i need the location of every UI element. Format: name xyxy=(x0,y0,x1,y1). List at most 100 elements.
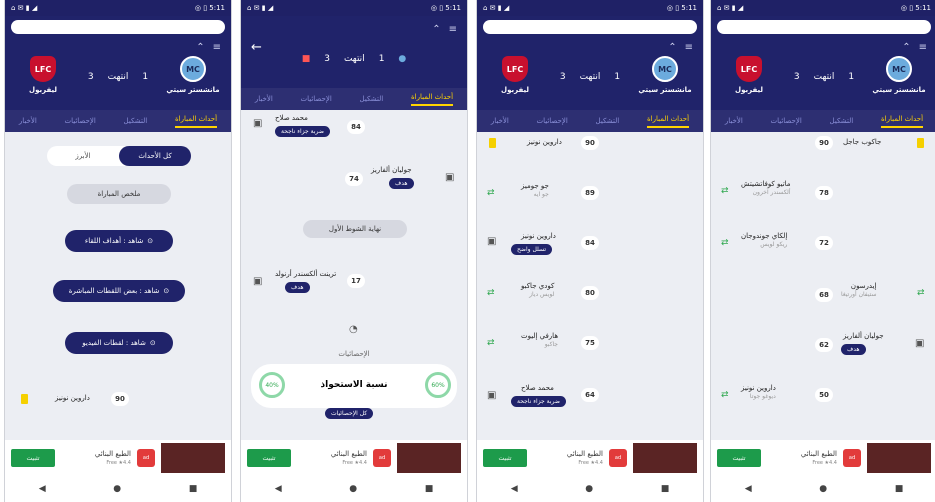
ad-logo-icon: ad xyxy=(373,449,391,467)
back-nav-icon[interactable]: ◀ xyxy=(275,484,282,494)
recents-nav-icon[interactable]: ■ xyxy=(895,484,904,494)
share-icon[interactable]: ⌃ xyxy=(668,42,676,53)
tab-events[interactable]: أحداث المباراة xyxy=(175,115,218,128)
event-minute: 62 xyxy=(815,338,833,352)
event-tag: ضربة جزاء ناجحة xyxy=(275,126,330,137)
home-nav-icon[interactable]: ● xyxy=(585,484,593,494)
menu-icon[interactable]: ≡ xyxy=(685,42,693,53)
home-nav-icon[interactable]: ● xyxy=(819,484,827,494)
event-player-block: جو جوميز جو ايه xyxy=(521,182,549,198)
event-tag: هدف xyxy=(841,344,866,355)
back-arrow-icon[interactable]: ← xyxy=(251,40,262,55)
event-player-block: ماتيو كوفاتشيتش ألكسندر آخرون xyxy=(741,180,791,196)
watch-goals-button[interactable]: شاهد : أهداف اللقاء ⊙ xyxy=(65,230,173,252)
events-content: داروين نونيز 90 ⇄ جو جوميز جو ايه 89 ▣ دا… xyxy=(477,132,703,442)
match-status: انتهت xyxy=(343,54,365,64)
home-nav-icon[interactable]: ● xyxy=(113,484,121,494)
menu-icon[interactable]: ≡ xyxy=(213,42,221,53)
event-tag: هدف xyxy=(285,282,310,293)
ad-install-button[interactable]: تثبيت xyxy=(11,449,55,467)
event-player: داروين نونيز xyxy=(521,232,556,240)
ad-install-button[interactable]: تثبيت xyxy=(483,449,527,467)
status-bar: ⌂ ✉ ▮ ◢ ◎ ▯ 5:11 xyxy=(241,0,467,16)
event-sub-player: لويس دياز xyxy=(529,291,555,298)
watch-video-button[interactable]: شاهد : لقطات الفيديو ⊙ xyxy=(65,332,173,354)
toggle-all-events[interactable]: كل الأحداث xyxy=(119,146,191,166)
tab-events[interactable]: أحداث المباراة xyxy=(647,115,690,128)
event-player: هارفي إليوت xyxy=(521,332,559,340)
event-player: محمد صلاح xyxy=(521,384,554,392)
tab-lineup[interactable]: التشكيل xyxy=(830,117,854,125)
recents-nav-icon[interactable]: ■ xyxy=(661,484,670,494)
search-input[interactable] xyxy=(717,20,931,34)
match-summary-button[interactable]: ملخص المباراة xyxy=(67,184,171,204)
event-player: داروين نونيز xyxy=(527,138,562,146)
share-icon[interactable]: ⌃ xyxy=(196,42,204,53)
ad-install-button[interactable]: تثبيت xyxy=(247,449,291,467)
event-minute: 78 xyxy=(815,186,833,200)
ad-banner[interactable]: تثبيت الطبع البنائي Free ★4.4 ad xyxy=(5,440,231,476)
event-player-block: داروين نونيز ديوغو جوتا xyxy=(741,384,776,400)
event-minute: 17 xyxy=(347,274,365,288)
ad-logo-icon: ad xyxy=(843,449,861,467)
header-actions: ⌃ ≡ xyxy=(432,24,457,35)
tab-events[interactable]: أحداث المباراة xyxy=(881,115,924,128)
system-nav-bar: ◀ ● ■ xyxy=(477,476,703,502)
away-score: 3 xyxy=(793,72,800,82)
event-minute: 80 xyxy=(581,286,599,300)
tab-stats[interactable]: الإحصائيات xyxy=(771,117,802,125)
ad-title: الطبع البنائي xyxy=(566,450,603,458)
event-minute: 84 xyxy=(581,236,599,250)
tab-events[interactable]: أحداث المباراة xyxy=(411,93,454,106)
var-icon: ▣ xyxy=(487,390,497,401)
tab-lineup[interactable]: التشكيل xyxy=(360,95,384,103)
all-stats-button[interactable]: كل الإحصائيات xyxy=(325,408,374,419)
event-player: جاكوب جاجل xyxy=(843,138,882,146)
tab-stats[interactable]: الإحصائيات xyxy=(65,117,96,125)
recents-nav-icon[interactable]: ■ xyxy=(425,484,434,494)
event-sub-player: ستيفان أورتيغا xyxy=(841,291,877,298)
event-minute: 89 xyxy=(581,186,599,200)
tab-lineup[interactable]: التشكيل xyxy=(596,117,620,125)
match-status: انتهت xyxy=(107,72,129,82)
liverpool-badge-icon: ■ xyxy=(301,54,311,64)
away-team-name: ليفربول xyxy=(29,86,57,94)
event-minute: 90 xyxy=(815,136,833,150)
menu-icon[interactable]: ≡ xyxy=(919,42,927,53)
back-nav-icon[interactable]: ◀ xyxy=(745,484,752,494)
share-icon[interactable]: ⌃ xyxy=(432,24,440,35)
tab-lineup[interactable]: التشكيل xyxy=(124,117,148,125)
share-icon[interactable]: ⌃ xyxy=(902,42,910,53)
ad-banner[interactable]: تثبيت الطبع البنائي Free ★4.4 ad xyxy=(241,440,467,476)
substitution-icon: ⇄ xyxy=(487,188,495,198)
home-nav-icon[interactable]: ● xyxy=(349,484,357,494)
ad-logo-icon: ad xyxy=(609,449,627,467)
back-nav-icon[interactable]: ◀ xyxy=(511,484,518,494)
away-score: 3 xyxy=(87,72,94,82)
toggle-key-events[interactable]: الأبرز xyxy=(47,152,119,160)
ad-text: الطبع البنائي Free ★4.4 xyxy=(767,450,837,466)
event-sub-player: جاكبو xyxy=(544,341,559,348)
tab-stats[interactable]: الإحصائيات xyxy=(301,95,332,103)
play-icon: ⊙ xyxy=(149,339,156,347)
yellow-card-icon xyxy=(21,394,28,404)
stats-title: الإحصائيات xyxy=(338,350,370,358)
tab-news[interactable]: الأخبار xyxy=(725,117,743,125)
search-input[interactable] xyxy=(11,20,225,34)
tab-stats[interactable]: الإحصائيات xyxy=(537,117,568,125)
search-input[interactable] xyxy=(483,20,697,34)
mancity-badge-icon: ● xyxy=(398,54,407,64)
ad-banner[interactable]: تثبيت الطبع البنائي Free ★4.4 ad xyxy=(477,440,703,476)
recents-nav-icon[interactable]: ■ xyxy=(189,484,198,494)
system-nav-bar: ◀ ● ■ xyxy=(711,476,935,502)
tab-news[interactable]: الأخبار xyxy=(491,117,509,125)
tab-news[interactable]: الأخبار xyxy=(19,117,37,125)
ad-banner[interactable]: تثبيت الطبع البنائي Free ★4.4 ad xyxy=(711,440,935,476)
tab-news[interactable]: الأخبار xyxy=(255,95,273,103)
menu-icon[interactable]: ≡ xyxy=(449,24,457,35)
event-player: داروين نونيز xyxy=(741,384,776,392)
ad-install-button[interactable]: تثبيت xyxy=(717,449,761,467)
event-tag: تسلل واضح xyxy=(511,244,552,255)
watch-live-button[interactable]: شاهد : بعض اللقطات المباشرة ⊙ xyxy=(53,280,185,302)
back-nav-icon[interactable]: ◀ xyxy=(39,484,46,494)
